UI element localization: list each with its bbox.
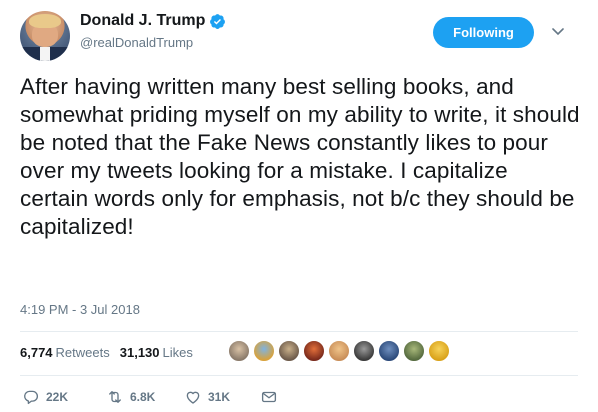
user-name-row: Donald J. Trump: [80, 12, 226, 30]
tweet-timestamp[interactable]: 4:19 PM - 3 Jul 2018: [20, 302, 140, 317]
likes-count: 31,130: [119, 345, 160, 360]
user-avatar[interactable]: [20, 11, 70, 61]
like-count: 31K: [208, 390, 231, 404]
heart-icon: [186, 391, 200, 404]
divider: [20, 375, 578, 376]
user-display-name[interactable]: Donald J. Trump: [80, 12, 205, 30]
like-action[interactable]: 31K: [184, 388, 230, 406]
envelope-icon: [261, 391, 277, 403]
tweet-card: Donald J. Trump @realDonaldTrump Followi…: [0, 0, 598, 412]
retweet-icon: [109, 391, 121, 403]
liker-avatar[interactable]: [303, 340, 325, 362]
likes-stat[interactable]: 31,130 Likes: [120, 345, 193, 360]
reply-count: 22K: [46, 390, 69, 404]
liker-avatar[interactable]: [378, 340, 400, 362]
following-button[interactable]: Following: [433, 17, 534, 48]
reply-icon: [24, 390, 38, 405]
chevron-down-icon[interactable]: [552, 28, 564, 36]
liker-avatar[interactable]: [428, 340, 450, 362]
likes-label: Likes: [162, 345, 193, 360]
retweet-count: 6.8K: [130, 390, 156, 404]
liker-avatar[interactable]: [353, 340, 375, 362]
reply-action[interactable]: 22K: [22, 388, 68, 406]
retweets-count: 6,774: [20, 345, 53, 360]
retweet-action[interactable]: 6.8K: [106, 388, 155, 406]
retweets-label: Retweets: [55, 345, 110, 360]
message-action[interactable]: [260, 388, 284, 406]
retweets-stat[interactable]: 6,774 Retweets: [20, 345, 110, 360]
user-handle[interactable]: @realDonaldTrump: [80, 35, 193, 50]
tweet-text: After having written many best selling b…: [20, 74, 580, 239]
tweet-actions: 22K 6.8K 31K: [20, 388, 380, 408]
engagement-stats: 6,774 Retweets 31,130 Likes: [20, 345, 203, 360]
liker-avatar[interactable]: [403, 340, 425, 362]
verified-badge-icon: [210, 13, 226, 29]
liker-avatar[interactable]: [253, 340, 275, 362]
liker-avatar[interactable]: [278, 340, 300, 362]
liker-avatar[interactable]: [328, 340, 350, 362]
divider: [20, 331, 578, 332]
liker-avatar[interactable]: [228, 340, 250, 362]
liker-avatars: [228, 340, 453, 362]
